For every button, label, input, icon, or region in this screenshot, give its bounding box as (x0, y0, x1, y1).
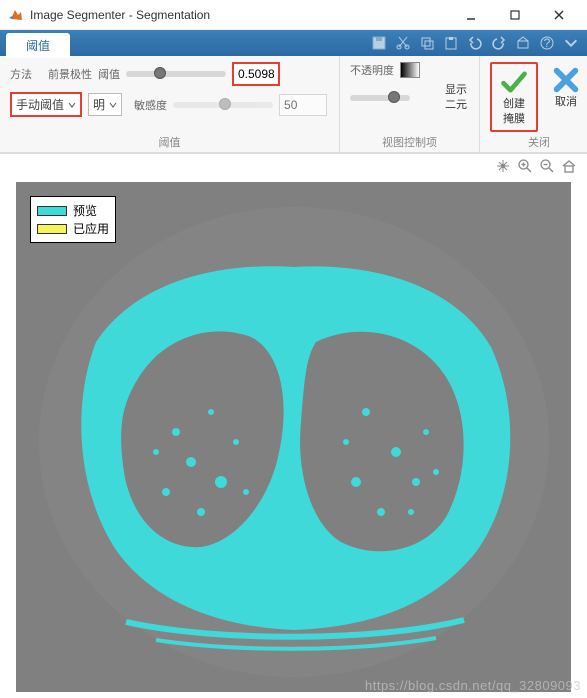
sensitivity-label: 敏感度 (134, 97, 167, 113)
cancel-button[interactable]: 取消 (544, 62, 587, 113)
segmentation-overlay-icon (16, 182, 571, 692)
matlab-logo-icon (8, 7, 24, 23)
paste-icon[interactable] (443, 35, 459, 51)
view-toolbar (0, 154, 587, 176)
polarity-dropdown[interactable]: 明 (88, 93, 122, 116)
method-dropdown-label: 手动阈值 (16, 96, 64, 113)
show-binary-button[interactable]: 显示 二元 (443, 84, 469, 112)
cut-icon[interactable] (395, 35, 411, 51)
legend-row-preview: 预览 (37, 202, 109, 219)
close-button[interactable] (539, 3, 579, 27)
polarity-dropdown-label: 明 (93, 96, 105, 113)
chevron-down-icon (109, 101, 117, 109)
toolstrip: 阈值 ? (0, 30, 587, 56)
legend-row-applied: 已应用 (37, 220, 109, 237)
group-threshold-label: 阈值 (10, 132, 329, 150)
create-mask-button[interactable]: 创建 掩膜 (490, 62, 538, 132)
threshold-input[interactable] (232, 62, 280, 86)
window-title: Image Segmenter - Segmentation (30, 8, 451, 22)
method-label: 方法 (10, 66, 32, 82)
chevron-down-icon (68, 101, 76, 109)
opacity-slider[interactable] (350, 95, 410, 101)
undo-icon[interactable] (467, 35, 483, 51)
group-close-label: 关闭 (490, 132, 587, 150)
watermark: https://blog.csdn.net/qq_32809093 (365, 678, 581, 693)
minimize-button[interactable] (451, 3, 491, 27)
svg-text:?: ? (544, 36, 551, 50)
maximize-button[interactable] (495, 3, 535, 27)
foreground-label: 前景极性 (48, 66, 92, 82)
zoom-in-icon[interactable] (517, 158, 533, 174)
image-canvas[interactable]: 预览 已应用 (16, 182, 571, 692)
copy-icon[interactable] (419, 35, 435, 51)
settings-icon[interactable] (515, 35, 531, 51)
cancel-icon (552, 66, 580, 94)
check-icon (500, 68, 528, 96)
ribbon: 方法 前景极性 阈值 手动阈值 明 敏感度 阈值 (0, 56, 587, 154)
save-icon[interactable] (371, 35, 387, 51)
group-close: 创建 掩膜 取消 关闭 (480, 56, 587, 152)
window-controls (451, 3, 579, 27)
home-icon[interactable] (561, 158, 577, 174)
help-icon[interactable]: ? (539, 35, 555, 51)
threshold-slider[interactable] (126, 71, 226, 77)
legend-swatch-applied (37, 224, 67, 234)
tab-threshold[interactable]: 阈值 (6, 33, 70, 58)
legend: 预览 已应用 (30, 196, 116, 243)
sensitivity-slider (173, 102, 273, 108)
opacity-label: 不透明度 (350, 62, 394, 78)
zoom-out-icon[interactable] (539, 158, 555, 174)
chevron-down-icon[interactable] (563, 35, 579, 51)
group-threshold: 方法 前景极性 阈值 手动阈值 明 敏感度 阈值 (0, 56, 340, 152)
threshold-label: 阈值 (98, 66, 120, 82)
redo-icon[interactable] (491, 35, 507, 51)
canvas-area: 预览 已应用 (0, 176, 587, 698)
opacity-gradient-icon (400, 62, 420, 78)
quick-access-toolbar: ? (371, 35, 587, 51)
group-view-label: 视图控制项 (350, 132, 469, 150)
legend-swatch-preview (37, 206, 67, 216)
sensitivity-input (279, 94, 327, 116)
group-view: 不透明度 显示 二元 视图控制项 (340, 56, 480, 152)
titlebar: Image Segmenter - Segmentation (0, 0, 587, 30)
legend-preview-label: 预览 (73, 202, 97, 219)
pan-icon[interactable] (495, 158, 511, 174)
legend-applied-label: 已应用 (73, 220, 109, 237)
method-dropdown[interactable]: 手动阈值 (10, 92, 82, 117)
